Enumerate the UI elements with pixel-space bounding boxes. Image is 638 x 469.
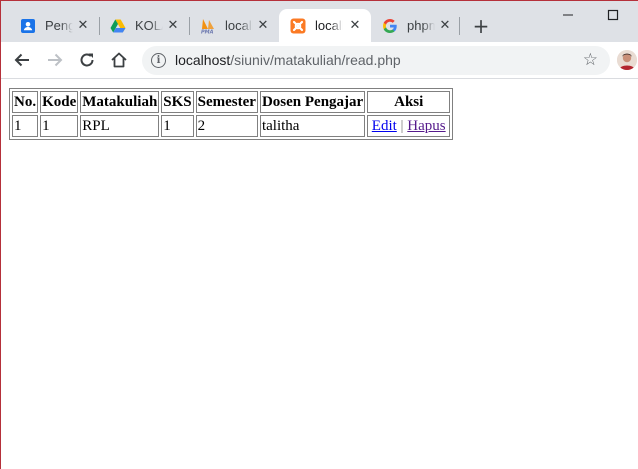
tab-title: localhost bbox=[225, 18, 253, 33]
reload-icon bbox=[80, 53, 94, 67]
table-row: 1 1 RPL 1 2 talitha Edit | Hapus bbox=[12, 115, 451, 137]
back-arrow-icon bbox=[14, 53, 29, 67]
tab-strip: Pengguna ✕ KOLAB ✕ PMA localhost ✕ local… bbox=[0, 0, 638, 42]
minimize-icon bbox=[563, 14, 573, 16]
contacts-icon bbox=[20, 18, 36, 34]
tab-title: Pengguna bbox=[45, 18, 73, 33]
tab-title: localhost bbox=[315, 18, 343, 33]
cell-aksi: Edit | Hapus bbox=[367, 115, 451, 137]
tab-kolab[interactable]: KOLAB ✕ bbox=[99, 9, 189, 42]
window-border-left bbox=[0, 0, 1, 469]
forward-button[interactable] bbox=[43, 48, 67, 72]
delete-link[interactable]: Hapus bbox=[407, 118, 445, 134]
matakuliah-table: No. Kode Matakuliah SKS Semester Dosen P… bbox=[9, 88, 454, 140]
cell-matakuliah: RPL bbox=[80, 115, 160, 137]
tab-pengguna[interactable]: Pengguna ✕ bbox=[9, 9, 99, 42]
google-drive-icon bbox=[110, 18, 126, 34]
phpmyadmin-icon: PMA bbox=[200, 18, 216, 34]
action-separator: | bbox=[400, 118, 404, 134]
url-host: localhost bbox=[175, 52, 231, 68]
tab-localhost-pma[interactable]: PMA localhost ✕ bbox=[189, 9, 279, 42]
home-icon bbox=[111, 52, 127, 68]
tab-localhost-xampp-active[interactable]: localhost ✕ bbox=[279, 9, 371, 42]
close-tab-icon[interactable]: ✕ bbox=[165, 17, 181, 33]
url-path: /siuniv/matakuliah/read.php bbox=[230, 52, 401, 68]
edit-link[interactable]: Edit bbox=[372, 118, 397, 134]
close-tab-icon[interactable]: ✕ bbox=[437, 17, 453, 33]
tab-phpmyadmin-search[interactable]: phpmyadmin ✕ bbox=[371, 9, 461, 42]
window-border-top bbox=[0, 0, 638, 1]
header-dosen-pengajar: Dosen Pengajar bbox=[259, 91, 366, 113]
header-kode: Kode bbox=[40, 91, 79, 113]
close-tab-icon[interactable]: ✕ bbox=[75, 17, 91, 33]
home-button[interactable] bbox=[107, 48, 131, 72]
bookmark-star-icon[interactable]: ☆ bbox=[583, 50, 598, 70]
browser-toolbar: i localhost/siuniv/matakuliah/read.php ☆ bbox=[0, 42, 638, 79]
new-tab-button[interactable]: + bbox=[470, 14, 492, 38]
reload-button[interactable] bbox=[75, 48, 99, 72]
cell-sks: 1 bbox=[161, 115, 194, 137]
svg-text:PMA: PMA bbox=[201, 29, 214, 34]
tab-separator bbox=[459, 17, 460, 35]
header-aksi: Aksi bbox=[367, 91, 451, 113]
header-sks: SKS bbox=[161, 91, 194, 113]
cell-dosen: talitha bbox=[259, 115, 366, 137]
cell-no: 1 bbox=[12, 115, 39, 137]
info-icon[interactable]: i bbox=[151, 53, 166, 68]
address-bar[interactable]: i localhost/siuniv/matakuliah/read.php ☆ bbox=[142, 46, 610, 75]
google-icon bbox=[382, 18, 398, 34]
header-matakuliah: Matakuliah bbox=[80, 91, 160, 113]
tab-title: KOLAB bbox=[135, 18, 163, 33]
forward-arrow-icon bbox=[48, 53, 63, 67]
cell-kode: 1 bbox=[40, 115, 79, 137]
back-button[interactable] bbox=[10, 48, 34, 72]
page-content: No. Kode Matakuliah SKS Semester Dosen P… bbox=[0, 80, 638, 469]
minimize-button[interactable] bbox=[554, 4, 582, 26]
profile-avatar[interactable] bbox=[617, 50, 637, 70]
close-tab-icon[interactable]: ✕ bbox=[347, 17, 363, 33]
maximize-button[interactable] bbox=[599, 4, 627, 26]
header-semester: Semester bbox=[195, 91, 258, 113]
tab-title: phpmyadmin bbox=[407, 18, 435, 33]
address-url[interactable]: localhost/siuniv/matakuliah/read.php bbox=[175, 52, 401, 68]
close-tab-icon[interactable]: ✕ bbox=[255, 17, 271, 33]
xampp-icon bbox=[290, 18, 306, 34]
cell-semester: 2 bbox=[195, 115, 258, 137]
header-no: No. bbox=[12, 91, 39, 113]
table-header-row: No. Kode Matakuliah SKS Semester Dosen P… bbox=[12, 91, 451, 113]
maximize-icon bbox=[607, 9, 619, 21]
